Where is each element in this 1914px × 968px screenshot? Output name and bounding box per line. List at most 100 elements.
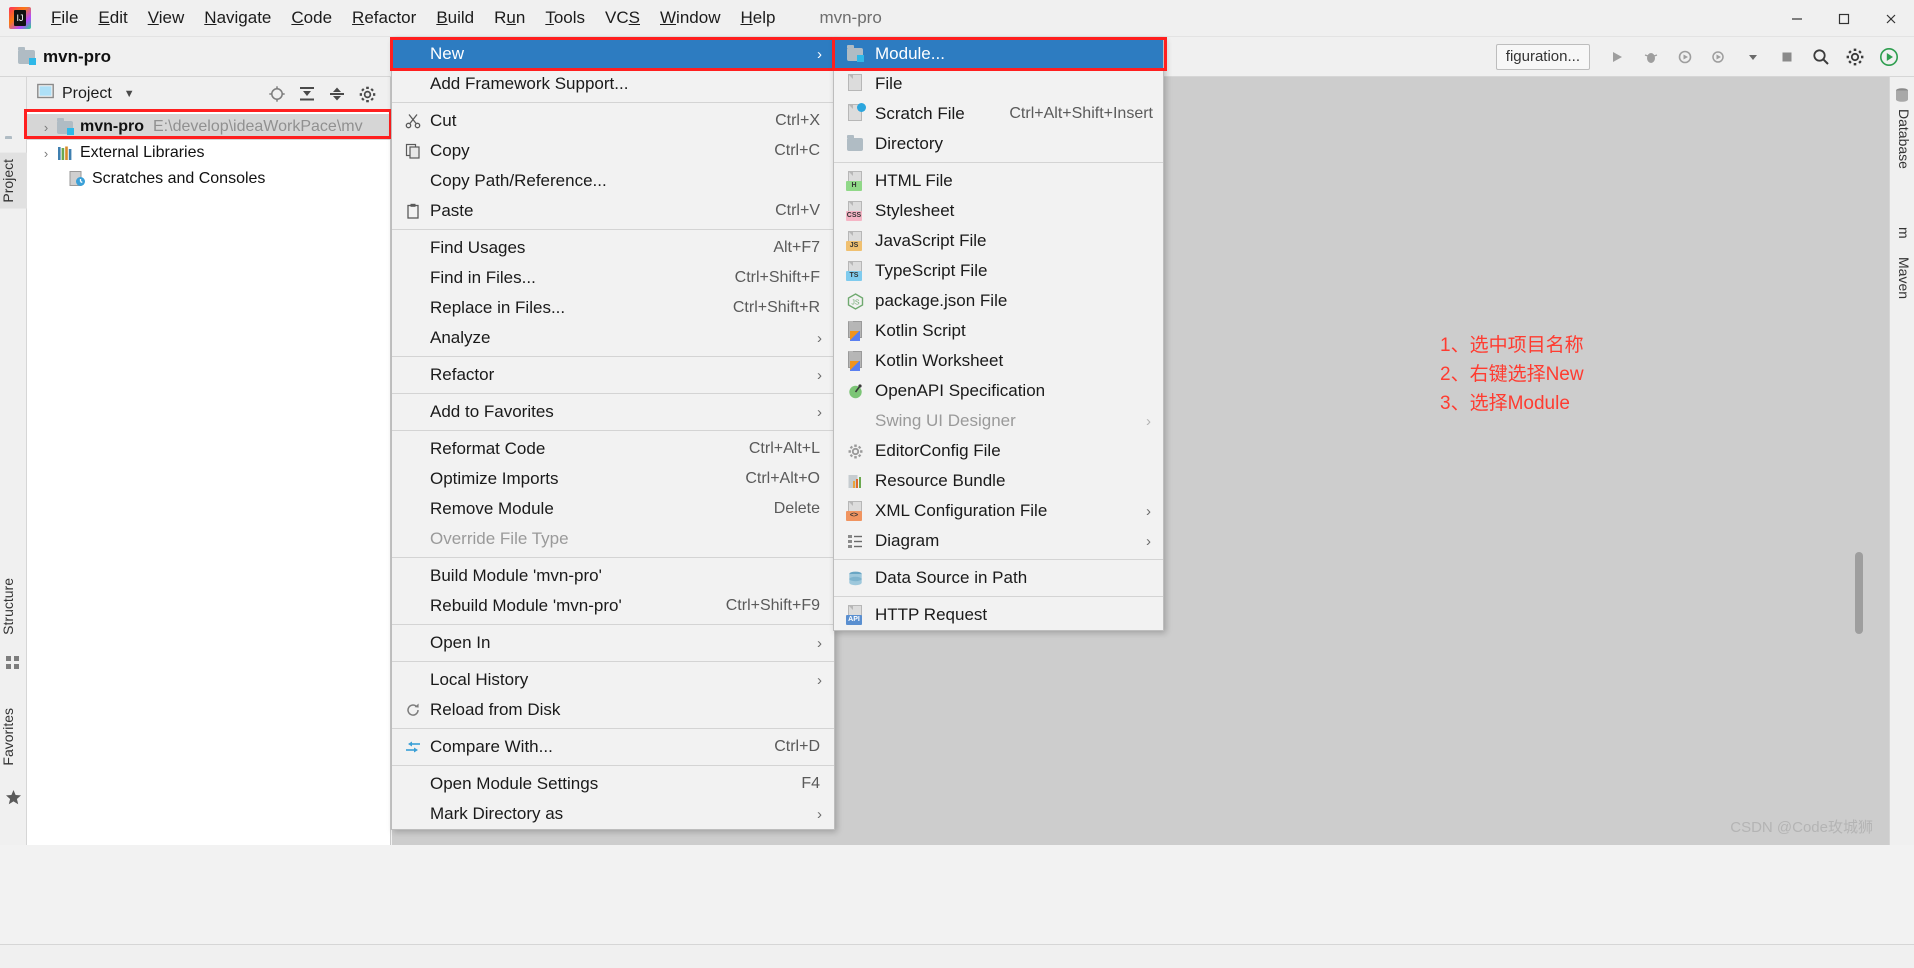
context-menu-item-find-usages[interactable]: Find Usages Alt+F7 xyxy=(392,233,834,263)
tree-row-scratches-and-consoles[interactable]: Scratches and Consoles xyxy=(27,166,390,192)
settings-gear-icon[interactable] xyxy=(352,79,382,109)
menu-separator xyxy=(834,162,1163,163)
context-menu-item-optimize-imports[interactable]: Optimize Imports Ctrl+Alt+O xyxy=(392,464,834,494)
context-menu-item-cut[interactable]: Cut Ctrl+X xyxy=(392,106,834,136)
menu-file[interactable]: File xyxy=(41,4,88,32)
tool-tab-favorites[interactable]: Favorites xyxy=(0,702,27,772)
run-anything-icon[interactable] xyxy=(1872,40,1906,74)
menu-edit[interactable]: Edit xyxy=(88,4,137,32)
context-menu-item-find-in-files[interactable]: Find in Files... Ctrl+Shift+F xyxy=(392,263,834,293)
tree-row-mvn-pro[interactable]: › mvn-pro E:\develop\ideaWorkPace\mv xyxy=(27,114,390,140)
context-menu-item-reload-from-disk[interactable]: Reload from Disk xyxy=(392,695,834,725)
context-menu-item-open-in[interactable]: Open In › xyxy=(392,628,834,658)
empty-icon-slot xyxy=(400,632,426,654)
project-panel-title: Project xyxy=(62,85,112,102)
menu-vcs[interactable]: VCS xyxy=(595,4,650,32)
menu-run[interactable]: Run xyxy=(484,4,535,32)
context-menu-item-add-to-favorites[interactable]: Add to Favorites › xyxy=(392,397,834,427)
submenu-item-http-request[interactable]: API HTTP Request xyxy=(834,600,1163,630)
context-menu-item-reformat-code[interactable]: Reformat Code Ctrl+Alt+L xyxy=(392,434,834,464)
settings-gear-icon[interactable] xyxy=(1838,40,1872,74)
menu-code[interactable]: Code xyxy=(281,4,342,32)
search-everywhere-icon[interactable] xyxy=(1804,40,1838,74)
submenu-item-editorconfig-file[interactable]: EditorConfig File xyxy=(834,436,1163,466)
context-menu-item-rebuild-module[interactable]: Rebuild Module 'mvn-pro' Ctrl+Shift+F9 xyxy=(392,591,834,621)
locate-icon[interactable] xyxy=(262,79,292,109)
scratch-file-icon xyxy=(842,103,868,125)
run-with-coverage-icon[interactable] xyxy=(1668,40,1702,74)
menu-window[interactable]: Window xyxy=(650,4,730,32)
profile-icon[interactable] xyxy=(1702,40,1736,74)
submenu-item-resource-bundle[interactable]: Resource Bundle xyxy=(834,466,1163,496)
stop-icon[interactable] xyxy=(1770,40,1804,74)
context-menu-item-analyze[interactable]: Analyze › xyxy=(392,323,834,353)
submenu-item-stylesheet[interactable]: CSS Stylesheet xyxy=(834,196,1163,226)
html-file-icon: H xyxy=(842,170,868,192)
context-menu-item-copy-path-reference[interactable]: Copy Path/Reference... xyxy=(392,166,834,196)
context-menu-item-paste[interactable]: Paste Ctrl+V xyxy=(392,196,834,226)
menu-navigate[interactable]: Navigate xyxy=(194,4,281,32)
close-button[interactable] xyxy=(1867,0,1914,37)
submenu-item-package-json-file[interactable]: JS package.json File xyxy=(834,286,1163,316)
tool-tab-database[interactable]: Database xyxy=(1890,109,1912,169)
submenu-item-kotlin-script[interactable]: Kotlin Script xyxy=(834,316,1163,346)
project-tree[interactable]: › mvn-pro E:\develop\ideaWorkPace\mv › E… xyxy=(27,112,390,192)
submenu-item-scratch-file[interactable]: Scratch File Ctrl+Alt+Shift+Insert xyxy=(834,99,1163,129)
tool-tab-structure[interactable]: Structure xyxy=(0,572,27,641)
chevron-right-icon[interactable]: › xyxy=(37,146,55,161)
context-menu-item-add-framework-support[interactable]: Add Framework Support... xyxy=(392,69,834,99)
tool-tab-project[interactable]: Project xyxy=(0,153,27,209)
submenu-item-javascript-file[interactable]: JS JavaScript File xyxy=(834,226,1163,256)
context-menu-item-refactor[interactable]: Refactor › xyxy=(392,360,834,390)
chevron-right-icon[interactable]: › xyxy=(37,120,55,135)
submenu-item-module[interactable]: Module... xyxy=(834,39,1163,69)
context-menu-item-mark-directory-as[interactable]: Mark Directory as › xyxy=(392,799,834,829)
debug-icon[interactable] xyxy=(1634,40,1668,74)
run-configuration-selector[interactable]: figuration... xyxy=(1495,44,1590,70)
expand-all-icon[interactable] xyxy=(292,79,322,109)
submenu-item-xml-configuration-file[interactable]: <> XML Configuration File › xyxy=(834,496,1163,526)
collapse-all-icon[interactable] xyxy=(322,79,352,109)
annotation-overlay: 1、选中项目名称 2、右键选择New 3、选择Module xyxy=(1440,331,1584,418)
scratches-icon xyxy=(67,170,87,188)
context-menu-item-remove-module[interactable]: Remove Module Delete xyxy=(392,494,834,524)
context-menu-item-compare-with[interactable]: Compare With... Ctrl+D xyxy=(392,732,834,762)
tree-row-external-libraries[interactable]: › External Libraries xyxy=(27,140,390,166)
menu-view[interactable]: View xyxy=(138,4,195,32)
chevron-down-icon[interactable] xyxy=(1736,40,1770,74)
submenu-item-diagram[interactable]: Diagram › xyxy=(834,526,1163,556)
maximize-button[interactable] xyxy=(1820,0,1867,37)
context-menu-item-copy[interactable]: Copy Ctrl+C xyxy=(392,136,834,166)
minimize-button[interactable] xyxy=(1773,0,1820,37)
context-menu-item-build-module[interactable]: Build Module 'mvn-pro' xyxy=(392,561,834,591)
submenu-item-kotlin-worksheet[interactable]: Kotlin Worksheet xyxy=(834,346,1163,376)
run-icon[interactable] xyxy=(1600,40,1634,74)
context-menu[interactable]: New › Add Framework Support... Cut Ctrl+… xyxy=(390,37,838,830)
chevron-down-icon[interactable]: ▼ xyxy=(124,88,135,100)
vertical-scrollbar[interactable] xyxy=(1855,552,1863,634)
menu-item-label: Open Module Settings xyxy=(430,774,599,793)
menu-build[interactable]: Build xyxy=(426,4,484,32)
tool-tab-maven[interactable]: Maven xyxy=(1890,257,1912,299)
context-menu-item-open-module-settings[interactable]: Open Module Settings F4 xyxy=(392,769,834,799)
menu-refactor[interactable]: Refactor xyxy=(342,4,426,32)
submenu-item-data-source-in-path[interactable]: Data Source in Path xyxy=(834,563,1163,593)
submenu-item-directory[interactable]: Directory xyxy=(834,129,1163,159)
menu-item-label: Kotlin Script xyxy=(875,321,966,340)
menu-item-label: Analyze xyxy=(430,328,491,347)
context-menu-item-replace-in-files[interactable]: Replace in Files... Ctrl+Shift+R xyxy=(392,293,834,323)
menu-bar[interactable]: File Edit View Navigate Code Refactor Bu… xyxy=(41,0,785,37)
toolbar-project-name[interactable]: mvn-pro xyxy=(43,47,111,67)
right-tool-strip: Database m Maven xyxy=(1889,77,1914,845)
submenu-item-html-file[interactable]: H HTML File xyxy=(834,166,1163,196)
menu-help[interactable]: Help xyxy=(730,4,785,32)
submenu-item-typescript-file[interactable]: TS TypeScript File xyxy=(834,256,1163,286)
new-submenu[interactable]: Module... File Scratch File Ctrl+Alt+Shi… xyxy=(832,37,1167,631)
submenu-item-openapi-specification[interactable]: OpenAPI Specification xyxy=(834,376,1163,406)
submenu-item-file[interactable]: File xyxy=(834,69,1163,99)
tool-tab-m[interactable]: m xyxy=(1890,227,1912,239)
context-menu-item-new[interactable]: New › xyxy=(392,39,834,69)
context-menu-item-local-history[interactable]: Local History › xyxy=(392,665,834,695)
empty-icon-slot xyxy=(400,669,426,691)
menu-tools[interactable]: Tools xyxy=(535,4,595,32)
